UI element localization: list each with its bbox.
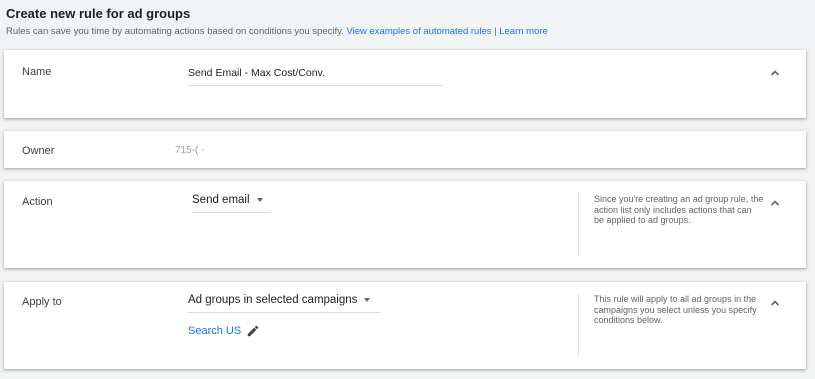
apply-to-dropdown[interactable]: Ad groups in selected campaigns bbox=[188, 294, 380, 313]
apply-to-info-note: This rule will apply to all ad groups in… bbox=[578, 294, 764, 356]
action-label: Action bbox=[22, 196, 53, 208]
caret-down-icon bbox=[256, 198, 263, 202]
selected-campaign-link[interactable]: Search US bbox=[188, 324, 260, 338]
action-info-note: Since you're creating an ad group rule, … bbox=[578, 194, 764, 256]
owner-label: Owner bbox=[22, 145, 55, 157]
name-label: Name bbox=[22, 66, 52, 78]
action-dropdown[interactable]: Send email bbox=[192, 194, 270, 213]
examples-link[interactable]: View examples of automated rules bbox=[346, 26, 491, 37]
apply-to-card: Apply to Ad groups in selected campaigns… bbox=[4, 282, 806, 369]
page-subtitle: Rules can save you time by automating ac… bbox=[6, 26, 548, 38]
action-dropdown-value: Send email bbox=[192, 194, 250, 206]
chevron-up-icon[interactable] bbox=[768, 66, 782, 80]
campaign-name: Search US bbox=[188, 325, 242, 337]
owner-account-id: 715-( - bbox=[175, 145, 205, 156]
chevron-up-icon[interactable] bbox=[768, 196, 782, 210]
subtitle-text: Rules can save you time by automating ac… bbox=[6, 26, 344, 37]
owner-card: Owner 715-( - bbox=[4, 131, 806, 168]
learn-more-link[interactable]: Learn more bbox=[499, 26, 548, 37]
name-card: Name Send Email - Max Cost/Conv. bbox=[4, 50, 806, 118]
apply-to-label: Apply to bbox=[22, 296, 62, 308]
pencil-icon bbox=[247, 325, 259, 337]
rule-name-input[interactable]: Send Email - Max Cost/Conv. bbox=[188, 67, 442, 86]
link-separator: | bbox=[494, 26, 497, 37]
chevron-up-icon[interactable] bbox=[768, 296, 782, 310]
caret-down-icon bbox=[364, 298, 371, 302]
page-title: Create new rule for ad groups bbox=[6, 6, 191, 21]
action-card: Action Send email Since you're creating … bbox=[4, 181, 806, 268]
page-header: Create new rule for ad groups Rules can … bbox=[6, 6, 548, 38]
apply-to-dropdown-value: Ad groups in selected campaigns bbox=[188, 294, 358, 306]
